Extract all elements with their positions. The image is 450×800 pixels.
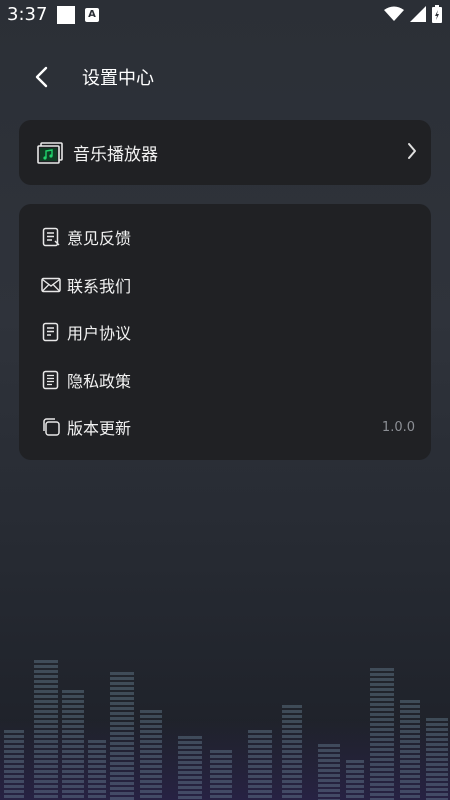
equalizer-backdrop <box>0 650 450 800</box>
status-bar: 3:37 A <box>0 0 450 30</box>
eq-bar <box>210 750 232 800</box>
list-item-label: 意见反馈 <box>67 229 132 248</box>
music-player-label: 音乐播放器 <box>73 145 158 165</box>
list-item-version-update[interactable]: 版本更新 1.0.0 <box>41 408 421 446</box>
eq-bar <box>426 718 448 800</box>
eq-bar <box>282 705 302 800</box>
list-item-label: 联系我们 <box>67 277 132 296</box>
eq-bar <box>178 736 202 800</box>
music-player-icon <box>37 141 63 164</box>
music-player-item[interactable]: 音乐播放器 <box>37 120 417 185</box>
mail-icon <box>41 275 61 295</box>
wifi-icon <box>384 6 404 21</box>
list-item-label: 用户协议 <box>67 324 132 343</box>
list-item-user-agreement[interactable]: 用户协议 <box>41 313 421 351</box>
chevron-left-icon <box>35 66 48 88</box>
list-item-feedback[interactable]: 意见反馈 <box>41 218 421 256</box>
battery-icon <box>432 5 442 23</box>
document-icon <box>41 322 61 342</box>
list-item-contact[interactable]: 联系我们 <box>41 266 421 304</box>
keyboard-badge-icon: A <box>85 8 99 22</box>
settings-list-card: 意见反馈 联系我们 用户协议 隐私政策 版本更新 1.0.0 <box>19 204 431 460</box>
list-item-privacy-policy[interactable]: 隐私政策 <box>41 361 421 399</box>
music-player-card: 音乐播放器 <box>19 120 431 185</box>
page-title: 设置中心 <box>82 68 154 89</box>
eq-bar <box>62 690 84 800</box>
header: 设置中心 <box>0 52 450 102</box>
status-time: 3:37 <box>7 4 48 25</box>
eq-bar <box>370 668 394 800</box>
eq-bar <box>88 740 106 800</box>
version-value: 1.0.0 <box>381 419 415 435</box>
eq-bar <box>110 672 134 800</box>
signal-icon <box>410 6 426 22</box>
eq-bar <box>4 730 24 800</box>
notification-square-icon <box>57 6 75 24</box>
eq-bar <box>248 730 272 800</box>
status-icons <box>384 5 442 23</box>
chevron-right-icon <box>408 143 416 159</box>
eq-bar <box>346 760 364 800</box>
feedback-icon <box>41 227 61 247</box>
eq-bar <box>400 700 420 800</box>
list-item-label: 隐私政策 <box>67 372 132 391</box>
list-item-label: 版本更新 <box>67 419 132 438</box>
layers-icon <box>41 417 61 437</box>
policy-icon <box>41 370 61 390</box>
eq-bar <box>318 744 340 800</box>
eq-bar <box>140 710 162 800</box>
back-button[interactable] <box>26 62 56 92</box>
eq-bar <box>34 660 58 800</box>
